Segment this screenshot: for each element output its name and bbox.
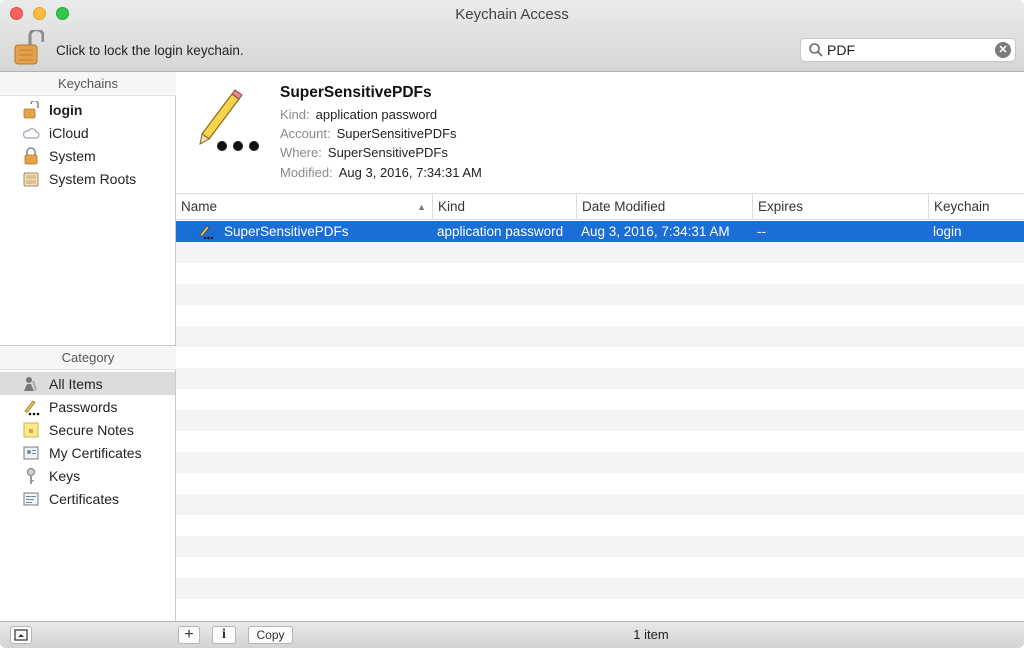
sidebar-item-label: System	[49, 147, 96, 164]
empty-row	[176, 452, 1024, 473]
sidebar-item-icloud[interactable]: iCloud	[0, 121, 175, 144]
add-item-button[interactable]: +	[178, 626, 200, 644]
item-detail-panel: SuperSensitivePDFs Kind: application pass…	[176, 72, 1024, 194]
detail-where-row: Where: SuperSensitivePDFs	[280, 145, 448, 160]
cell-keychain: login	[933, 224, 962, 239]
sidebar-item-label: Secure Notes	[49, 421, 134, 438]
sidebar-item-label: login	[49, 101, 83, 118]
column-header-name[interactable]: Name ▲	[176, 194, 432, 220]
empty-row	[176, 242, 1024, 263]
table-row[interactable]: SuperSensitivePDFs application password …	[176, 221, 1024, 242]
all-items-icon	[24, 376, 37, 391]
copy-button[interactable]: Copy	[248, 626, 293, 644]
detail-account-row: Account: SuperSensitivePDFs	[280, 126, 457, 141]
window-title: Keychain Access	[455, 6, 569, 23]
lock-label: Click to lock the login keychain.	[56, 43, 244, 58]
column-header-label: Expires	[758, 199, 804, 214]
cell-name: SuperSensitivePDFs	[224, 224, 349, 239]
secure-note-icon	[23, 422, 39, 437]
detail-kind-label: Kind:	[280, 107, 310, 122]
empty-row	[176, 410, 1024, 431]
empty-row	[176, 536, 1024, 557]
key-icon	[27, 467, 35, 484]
sidebar-item-label: Keys	[49, 467, 81, 484]
cloud-icon	[22, 127, 40, 139]
detail-account-label: Account:	[280, 126, 331, 141]
empty-row	[176, 368, 1024, 389]
titlebar: Keychain Access Click to lock the login …	[0, 0, 1024, 72]
password-icon	[199, 89, 259, 151]
empty-row	[176, 578, 1024, 599]
detail-where-value: SuperSensitivePDFs	[327, 145, 448, 160]
cell-kind: application password	[437, 224, 564, 239]
category-header: Category	[0, 346, 176, 370]
toggle-sidebar-button[interactable]	[10, 626, 32, 644]
column-header-date-modified[interactable]: Date Modified	[576, 194, 752, 220]
empty-row	[176, 494, 1024, 515]
sidebar-item-label: Passwords	[49, 398, 118, 415]
open-lock-icon	[23, 100, 39, 118]
empty-row	[176, 326, 1024, 347]
detail-modified-value: Aug 3, 2016, 7:34:31 AM	[338, 165, 482, 180]
column-header-label: Kind	[438, 199, 466, 214]
sidebar-item-login[interactable]: login	[0, 98, 175, 121]
cabinet-icon	[23, 172, 39, 186]
sidebar-toggle-icon	[14, 629, 28, 641]
sidebar-item-my-certificates[interactable]: My Certificates	[0, 441, 175, 464]
keychains-header: Keychains	[0, 72, 176, 96]
open-lock-icon	[14, 28, 45, 65]
column-header-label: Keychain	[934, 199, 990, 214]
column-header-kind[interactable]: Kind	[432, 194, 576, 220]
sidebar-item-label: All Items	[49, 375, 103, 392]
items-table: Name ▲ Kind Date Modified Expires Keycha…	[176, 194, 1024, 621]
lock-toggle-button[interactable]	[12, 28, 45, 66]
detail-account-value: SuperSensitivePDFs	[336, 126, 457, 141]
password-icon	[199, 225, 214, 240]
my-certificates-icon	[23, 446, 39, 459]
keychain-window: Keychain Access Click to lock the login …	[0, 0, 1024, 648]
detail-modified-row: Modified: Aug 3, 2016, 7:34:31 AM	[280, 165, 482, 180]
clear-search-icon[interactable]: ✕	[995, 42, 1011, 58]
sidebar-item-label: iCloud	[49, 124, 89, 141]
sidebar-item-all-items[interactable]: All Items	[0, 372, 175, 395]
lock-icon	[24, 146, 38, 164]
search-icon	[809, 43, 823, 57]
cell-expires: --	[757, 224, 766, 239]
sidebar-item-system[interactable]: System	[0, 144, 175, 167]
column-header-expires[interactable]: Expires	[752, 194, 928, 220]
sidebar-item-label: My Certificates	[49, 444, 142, 461]
sidebar-item-passwords[interactable]: Passwords	[0, 395, 175, 418]
detail-kind-row: Kind: application password	[280, 107, 437, 122]
cell-date-modified: Aug 3, 2016, 7:34:31 AM	[581, 224, 730, 239]
bottom-toolbar: + i Copy 1 item	[0, 621, 1024, 648]
sidebar-item-label: System Roots	[49, 170, 137, 187]
sort-ascending-icon: ▲	[417, 202, 426, 212]
column-header-label: Name	[181, 199, 218, 214]
detail-item-name: SuperSensitivePDFs	[280, 84, 432, 101]
detail-modified-label: Modified:	[280, 165, 333, 180]
column-header-keychain[interactable]: Keychain	[928, 194, 1024, 220]
search-input[interactable]	[827, 41, 987, 59]
detail-kind-value: application password	[315, 107, 438, 122]
sidebar-item-label: Certificates	[49, 490, 120, 507]
sidebar-item-keys[interactable]: Keys	[0, 464, 175, 487]
sidebar-item-system-roots[interactable]: System Roots	[0, 167, 175, 190]
sidebar-item-certificates[interactable]: Certificates	[0, 487, 175, 510]
search-field[interactable]: ✕	[800, 38, 1016, 62]
sidebar: Keychains login iCloud System System Roo…	[0, 72, 176, 621]
detail-where-label: Where:	[280, 145, 322, 160]
item-count-status: 1 item	[633, 627, 669, 642]
sidebar-item-secure-notes[interactable]: Secure Notes	[0, 418, 175, 441]
empty-row	[176, 284, 1024, 305]
password-icon	[24, 400, 40, 415]
certificate-icon	[23, 492, 39, 505]
column-header-label: Date Modified	[582, 199, 666, 214]
get-info-button[interactable]: i	[212, 626, 236, 644]
table-header: Name ▲ Kind Date Modified Expires Keycha…	[176, 194, 1024, 220]
